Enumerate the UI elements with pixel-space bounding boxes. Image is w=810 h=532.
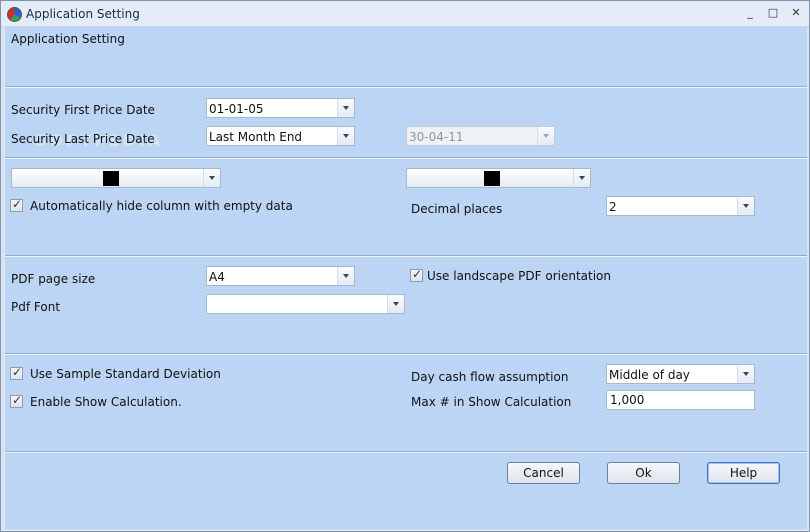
pdf-page-size-dropdown[interactable]: A4: [206, 266, 355, 286]
hide-empty-checkbox[interactable]: [10, 197, 23, 212]
last-price-date-picker: 30-04-11: [406, 126, 555, 146]
first-price-date-value: 01-01-05: [209, 102, 264, 116]
settings-panel: Application Setting Security First Price…: [5, 27, 807, 529]
pdf-page-size-label: PDF page size: [11, 272, 96, 286]
color-swatch: [103, 171, 119, 186]
pdf-font-label: Pdf Font: [11, 300, 61, 314]
close-icon[interactable]: ✕: [787, 5, 805, 21]
first-price-date-dropdown[interactable]: 01-01-05: [206, 98, 355, 118]
chevron-down-icon: [537, 127, 554, 145]
application-setting-window: Application Setting _ □ ✕ Application Se…: [0, 0, 810, 532]
minimize-icon[interactable]: _: [741, 5, 759, 21]
last-price-date-picker-value: 30-04-11: [409, 130, 464, 144]
last-price-date-dropdown[interactable]: Last Month End: [206, 126, 355, 146]
app-icon: [7, 7, 22, 22]
cancel-button[interactable]: Cancel: [507, 462, 580, 484]
separator: [5, 353, 807, 355]
maximize-icon[interactable]: □: [764, 5, 782, 21]
separator: [5, 255, 807, 257]
separator: [5, 157, 807, 159]
separator: [5, 86, 807, 88]
show-calc-label: Enable Show Calculation.: [30, 395, 182, 409]
title-bar[interactable]: Application Setting _ □ ✕: [1, 1, 809, 27]
last-price-date-label: Security Last Price Date: [11, 132, 155, 146]
landscape-checkbox[interactable]: [410, 267, 423, 282]
pdf-font-dropdown[interactable]: [206, 294, 405, 314]
chevron-down-icon[interactable]: [737, 197, 754, 215]
window-title: Application Setting: [26, 7, 140, 21]
ok-button[interactable]: Ok: [607, 462, 680, 484]
chevron-down-icon[interactable]: [387, 295, 404, 313]
cashflow-value: Middle of day: [609, 368, 690, 382]
decimal-places-label: Decimal places: [411, 202, 503, 216]
landscape-label: Use landscape PDF orientation: [427, 269, 611, 283]
help-button[interactable]: Help: [707, 462, 780, 484]
last-price-date-value: Last Month End: [209, 130, 303, 144]
first-price-date-label: Security First Price Date: [11, 103, 155, 117]
sample-sd-label: Use Sample Standard Deviation: [30, 367, 221, 381]
color-picker-2[interactable]: [406, 168, 591, 188]
chevron-down-icon[interactable]: [203, 169, 220, 187]
pdf-page-size-value: A4: [209, 270, 225, 284]
cashflow-label: Day cash flow assumption: [411, 370, 569, 384]
decimal-places-dropdown[interactable]: 2: [606, 196, 755, 216]
chevron-down-icon[interactable]: [737, 365, 754, 383]
max-show-calc-input[interactable]: 1,000: [606, 390, 755, 410]
section-header: Application Setting: [11, 32, 125, 46]
chevron-down-icon[interactable]: [337, 267, 354, 285]
hide-empty-label: Automatically hide column with empty dat…: [30, 199, 293, 213]
max-show-calc-label: Max # in Show Calculation: [411, 395, 572, 409]
cashflow-dropdown[interactable]: Middle of day: [606, 364, 755, 384]
decimal-places-value: 2: [609, 200, 617, 214]
chevron-down-icon[interactable]: [337, 127, 354, 145]
chevron-down-icon[interactable]: [573, 169, 590, 187]
separator: [5, 451, 807, 453]
chevron-down-icon[interactable]: [337, 99, 354, 117]
show-calc-checkbox[interactable]: [10, 393, 23, 408]
color-swatch: [484, 171, 500, 186]
color-picker-1[interactable]: [11, 168, 221, 188]
sample-sd-checkbox[interactable]: [10, 365, 23, 380]
